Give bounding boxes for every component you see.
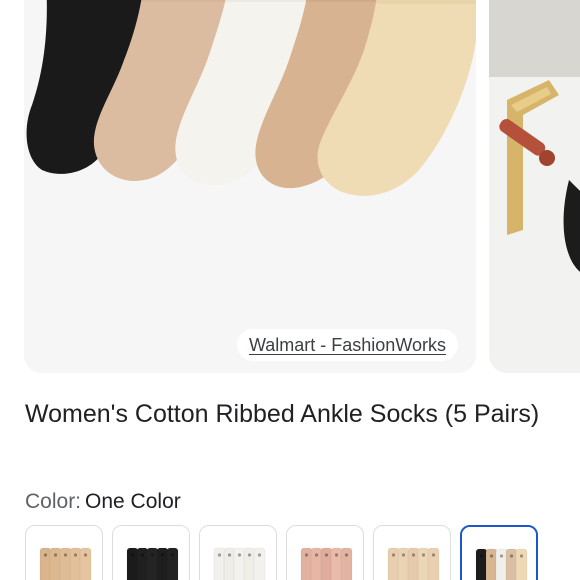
swatch-sock <box>320 547 333 580</box>
swatch-sock-logo <box>479 554 484 558</box>
color-selector-label: Color: One Color <box>25 489 181 515</box>
swatch-sock-logo <box>130 553 135 557</box>
swatch-thumbnail <box>113 526 189 580</box>
swatch-sock-logo <box>421 553 426 557</box>
product-image-card[interactable]: Walmart - FashionWorks <box>24 0 476 373</box>
swatch-sock-logo <box>519 554 524 558</box>
swatch-sock-logo <box>509 554 514 558</box>
swatch-sock <box>126 547 139 580</box>
swatch-sock-logo <box>63 553 68 557</box>
swatch-sock <box>156 547 169 580</box>
swatch-sock-logo <box>140 553 145 557</box>
swatch-sock <box>79 547 92 580</box>
swatch-sock <box>223 547 236 580</box>
next-product-photo <box>489 0 580 373</box>
swatch-sock <box>49 547 62 580</box>
color-value: One Color <box>85 490 181 513</box>
swatch-sock <box>330 547 343 580</box>
swatch-sock-logo <box>53 553 58 557</box>
swatch-sock-logo <box>324 553 329 557</box>
swatch-sock <box>243 547 256 580</box>
swatch-sock-logo <box>150 553 155 557</box>
swatch-black[interactable] <box>112 525 190 580</box>
swatch-thumbnail <box>26 526 102 580</box>
swatch-sock-logo <box>401 553 406 557</box>
swatch-sock <box>340 547 353 580</box>
swatch-sock-logo <box>431 553 436 557</box>
swatch-sock-logo <box>489 554 494 558</box>
swatch-sock-logo <box>73 553 78 557</box>
swatch-sock-logo <box>391 553 396 557</box>
swatch-sock <box>253 547 266 580</box>
swatch-sock <box>59 547 72 580</box>
swatch-sock-logo <box>314 553 319 557</box>
product-photo <box>24 0 476 373</box>
color-swatch-list <box>25 525 580 580</box>
swatch-sock-logo <box>344 553 349 557</box>
image-carousel[interactable]: Walmart - FashionWorks <box>0 0 580 375</box>
color-label: Color: <box>25 490 82 513</box>
swatch-sock-logo <box>170 553 175 557</box>
swatch-sock <box>515 548 528 580</box>
swatch-sock-logo <box>83 553 88 557</box>
swatch-thumbnail <box>200 526 276 580</box>
swatch-sock <box>495 548 508 580</box>
swatch-thumbnail <box>374 526 450 580</box>
swatch-sock <box>407 547 420 580</box>
swatch-mixed[interactable] <box>460 525 538 580</box>
swatch-sock-logo <box>43 553 48 557</box>
swatch-sock <box>505 548 518 580</box>
swatch-sock <box>310 547 323 580</box>
swatch-sock <box>387 547 400 580</box>
swatch-sock <box>427 547 440 580</box>
swatch-sock <box>417 547 430 580</box>
swatch-sock-logo <box>411 553 416 557</box>
product-title: Women's Cotton Ribbed Ankle Socks (5 Pai… <box>25 400 540 428</box>
swatch-pink[interactable] <box>286 525 364 580</box>
swatch-sock <box>485 548 498 580</box>
swatch-sock <box>397 547 410 580</box>
swatch-beige[interactable] <box>373 525 451 580</box>
swatch-thumbnail <box>287 526 363 580</box>
swatch-sock <box>300 547 313 580</box>
swatch-sock <box>146 547 159 580</box>
swatch-sock <box>166 547 179 580</box>
product-page: Walmart - FashionWorks Women's Cotton Ri… <box>0 0 580 580</box>
swatch-sock <box>136 547 149 580</box>
swatch-sock-logo <box>257 553 262 557</box>
swatch-sock <box>475 548 488 580</box>
swatch-white[interactable] <box>199 525 277 580</box>
swatch-sock <box>233 547 246 580</box>
next-image-card[interactable] <box>489 0 580 373</box>
swatch-tan[interactable] <box>25 525 103 580</box>
swatch-sock-logo <box>217 553 222 557</box>
swatch-sock-logo <box>227 553 232 557</box>
swatch-sock-logo <box>247 553 252 557</box>
source-link[interactable]: Walmart - FashionWorks <box>236 329 458 361</box>
swatch-sock-logo <box>499 554 504 558</box>
swatch-sock <box>69 547 82 580</box>
swatch-sock-logo <box>160 553 165 557</box>
swatch-sock <box>213 547 226 580</box>
swatch-sock-logo <box>237 553 242 557</box>
swatch-sock-logo <box>334 553 339 557</box>
swatch-thumbnail <box>462 527 536 580</box>
swatch-sock <box>39 547 52 580</box>
swatch-sock-logo <box>304 553 309 557</box>
